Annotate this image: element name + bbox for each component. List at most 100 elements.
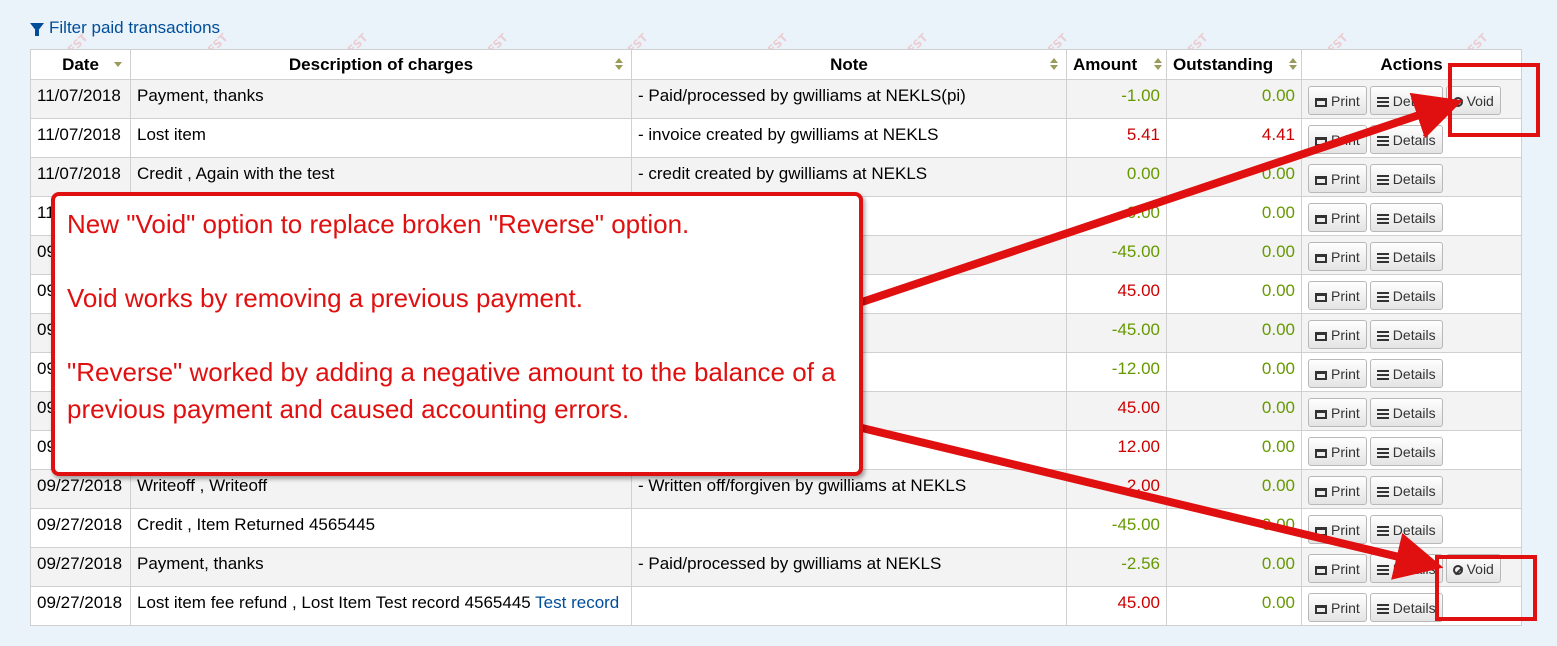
details-button[interactable]: Details (1369, 398, 1443, 427)
print-icon (1315, 137, 1327, 146)
print-button[interactable]: Print (1308, 359, 1367, 388)
callout-line-3: "Reverse" worked by adding a negative am… (67, 357, 836, 424)
amount-cell: -45.00 (1066, 235, 1167, 275)
list-icon (1376, 214, 1389, 224)
note-cell: - invoice created by gwilliams at NEKLS (631, 118, 1067, 158)
print-button[interactable]: Print (1308, 125, 1367, 154)
header-amount[interactable]: Amount (1066, 49, 1167, 80)
description-text: Credit , Item Returned 4565445 (137, 515, 376, 534)
details-button[interactable]: Details (1369, 281, 1443, 310)
date-cell: 09/27/2018 (30, 508, 131, 548)
print-icon (1315, 332, 1327, 341)
amount-cell: -1.00 (1066, 79, 1167, 119)
header-date[interactable]: Date (30, 49, 131, 80)
details-button[interactable]: Details (1369, 203, 1443, 232)
details-button[interactable]: Details (1369, 242, 1443, 271)
list-icon (1376, 448, 1389, 458)
details-button[interactable]: Details (1369, 476, 1443, 505)
header-note[interactable]: Note (631, 49, 1067, 80)
table-row: 11/07/2018 Credit , Again with the test - … (30, 157, 1522, 197)
print-button[interactable]: Print (1308, 476, 1367, 505)
note-cell (631, 586, 1067, 626)
outstanding-cell: 0.00 (1166, 469, 1302, 509)
header-outstanding[interactable]: Outstanding (1166, 49, 1302, 80)
callout-line-1: New "Void" option to replace broken "Rev… (67, 209, 690, 239)
print-button[interactable]: Print (1308, 554, 1367, 583)
print-button[interactable]: Print (1308, 515, 1367, 544)
table-row: 11/07/2018 Lost item - invoice created by … (30, 118, 1522, 158)
ban-icon (1452, 97, 1463, 107)
filter-label: Filter paid transactions (49, 18, 221, 37)
details-button[interactable]: Details (1369, 86, 1443, 115)
actions-cell: Print Details (1301, 313, 1522, 353)
void-button[interactable]: Void (1445, 554, 1501, 583)
sort-icon (1050, 58, 1058, 70)
outstanding-cell: 0.00 (1166, 508, 1302, 548)
description-text: Payment, thanks (137, 86, 264, 105)
print-icon (1315, 98, 1327, 107)
print-icon (1315, 215, 1327, 224)
list-icon (1376, 487, 1389, 497)
table-row: 09/27/2018 Payment, thanks - Paid/processe… (30, 547, 1522, 587)
details-button[interactable]: Details (1369, 515, 1443, 544)
print-button[interactable]: Print (1308, 593, 1367, 622)
print-button[interactable]: Print (1308, 398, 1367, 427)
print-button[interactable]: Print (1308, 320, 1367, 349)
actions-cell: Print Details (1301, 586, 1522, 626)
description-cell: Payment, thanks (130, 79, 632, 119)
details-button[interactable]: Details (1369, 593, 1443, 622)
header-description[interactable]: Description of charges (130, 49, 632, 80)
amount-cell: 2.00 (1066, 469, 1167, 509)
description-cell: Credit , Item Returned 4565445 (130, 508, 632, 548)
amount-cell: -45.00 (1066, 508, 1167, 548)
outstanding-cell: 4.41 (1166, 118, 1302, 158)
table-row: 11/07/2018 Payment, thanks - Paid/processe… (30, 79, 1522, 119)
print-icon (1315, 410, 1327, 419)
details-button[interactable]: Details (1369, 359, 1443, 388)
outstanding-cell: 0.00 (1166, 586, 1302, 626)
details-button[interactable]: Details (1369, 320, 1443, 349)
details-button[interactable]: Details (1369, 437, 1443, 466)
print-button[interactable]: Print (1308, 242, 1367, 271)
details-button[interactable]: Details (1369, 164, 1443, 193)
print-icon (1315, 176, 1327, 185)
sort-desc-icon (114, 58, 122, 70)
amount-cell: 0.00 (1066, 157, 1167, 197)
print-button[interactable]: Print (1308, 86, 1367, 115)
sort-icon (615, 58, 623, 70)
print-button[interactable]: Print (1308, 437, 1367, 466)
list-icon (1376, 253, 1389, 263)
print-icon (1315, 488, 1327, 497)
record-link[interactable]: Test record (535, 593, 619, 612)
actions-cell: Print Details (1301, 235, 1522, 275)
description-cell: Payment, thanks (130, 547, 632, 587)
print-button[interactable]: Print (1308, 164, 1367, 193)
annotation-callout: New "Void" option to replace broken "Rev… (51, 192, 863, 476)
actions-cell: Print Details (1301, 469, 1522, 509)
list-icon (1376, 136, 1389, 146)
description-cell: Credit , Again with the test (130, 157, 632, 197)
actions-cell: Print Details (1301, 157, 1522, 197)
amount-cell: 45.00 (1066, 274, 1167, 314)
outstanding-cell: 0.00 (1166, 235, 1302, 275)
list-icon (1376, 604, 1389, 614)
description-text: Lost item (137, 125, 206, 144)
table-header-row: Date Description of charges Note Amount … (30, 49, 1522, 80)
actions-cell: Print Details (1301, 196, 1522, 236)
filter-paid-transactions-link[interactable]: Filter paid transactions (30, 18, 220, 38)
details-button[interactable]: Details (1369, 554, 1443, 583)
void-button[interactable]: Void (1445, 86, 1501, 115)
print-button[interactable]: Print (1308, 203, 1367, 232)
details-button[interactable]: Details (1369, 125, 1443, 154)
print-button[interactable]: Print (1308, 281, 1367, 310)
actions-cell: Print Details Void (1301, 79, 1522, 119)
date-cell: 09/27/2018 (30, 547, 131, 587)
description-cell: Lost item fee refund , Lost Item Test re… (130, 586, 632, 626)
date-cell: 09/27/2018 (30, 586, 131, 626)
actions-cell: Print Details (1301, 118, 1522, 158)
print-icon (1315, 566, 1327, 575)
outstanding-cell: 0.00 (1166, 79, 1302, 119)
print-icon (1315, 293, 1327, 302)
description-cell: Lost item (130, 118, 632, 158)
date-cell: 11/07/2018 (30, 118, 131, 158)
